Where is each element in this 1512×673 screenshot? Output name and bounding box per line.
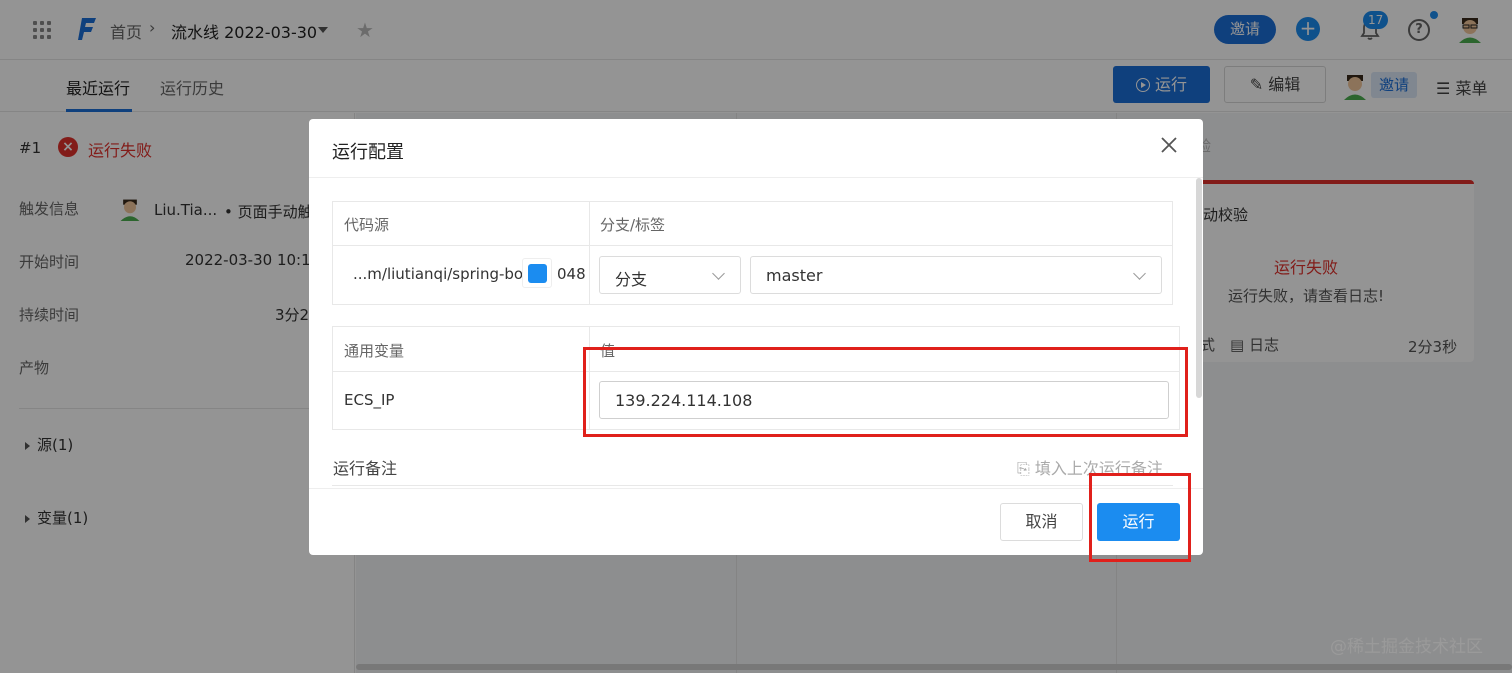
dialog-footer-divider: [309, 488, 1203, 489]
branch-select[interactable]: master: [750, 256, 1162, 294]
source-column-header: 代码源: [344, 216, 390, 234]
repo-url: ...m/liutianqi/spring-bo: [353, 265, 524, 283]
clipboard-icon: ⎘: [1017, 459, 1035, 478]
run-config-dialog: 运行配置 代码源 分支/标签 ...m/liutianqi/spring-bo …: [309, 119, 1203, 555]
branch-value: master: [766, 266, 823, 285]
chevron-down-icon: [1133, 267, 1146, 280]
branch-column-header: 分支/标签: [600, 216, 666, 234]
cancel-button[interactable]: 取消: [1000, 503, 1083, 541]
table-divider: [589, 201, 590, 305]
close-icon[interactable]: [1158, 134, 1180, 156]
branch-type-select[interactable]: 分支: [599, 256, 741, 294]
branch-type-value: 分支: [615, 270, 648, 289]
remark-label: 运行备注: [333, 459, 398, 478]
table-divider: [332, 245, 1173, 246]
repo-url-suffix: 048: [557, 265, 586, 283]
repo-icon[interactable]: [522, 258, 552, 288]
dialog-body: 代码源 分支/标签 ...m/liutianqi/spring-bo 048 分…: [309, 178, 1203, 490]
highlight-run-box: [1089, 473, 1191, 562]
dialog-title: 运行配置: [332, 142, 404, 163]
variable-name: ECS_IP: [344, 391, 395, 409]
dialog-scrollbar[interactable]: [1196, 178, 1202, 398]
highlight-variable-box: [583, 347, 1188, 437]
remark-input-edge: [332, 485, 1173, 486]
chevron-down-icon: [712, 267, 725, 280]
variable-column-header: 通用变量: [344, 342, 405, 360]
watermark: @稀土掘金技术社区: [1330, 637, 1483, 657]
